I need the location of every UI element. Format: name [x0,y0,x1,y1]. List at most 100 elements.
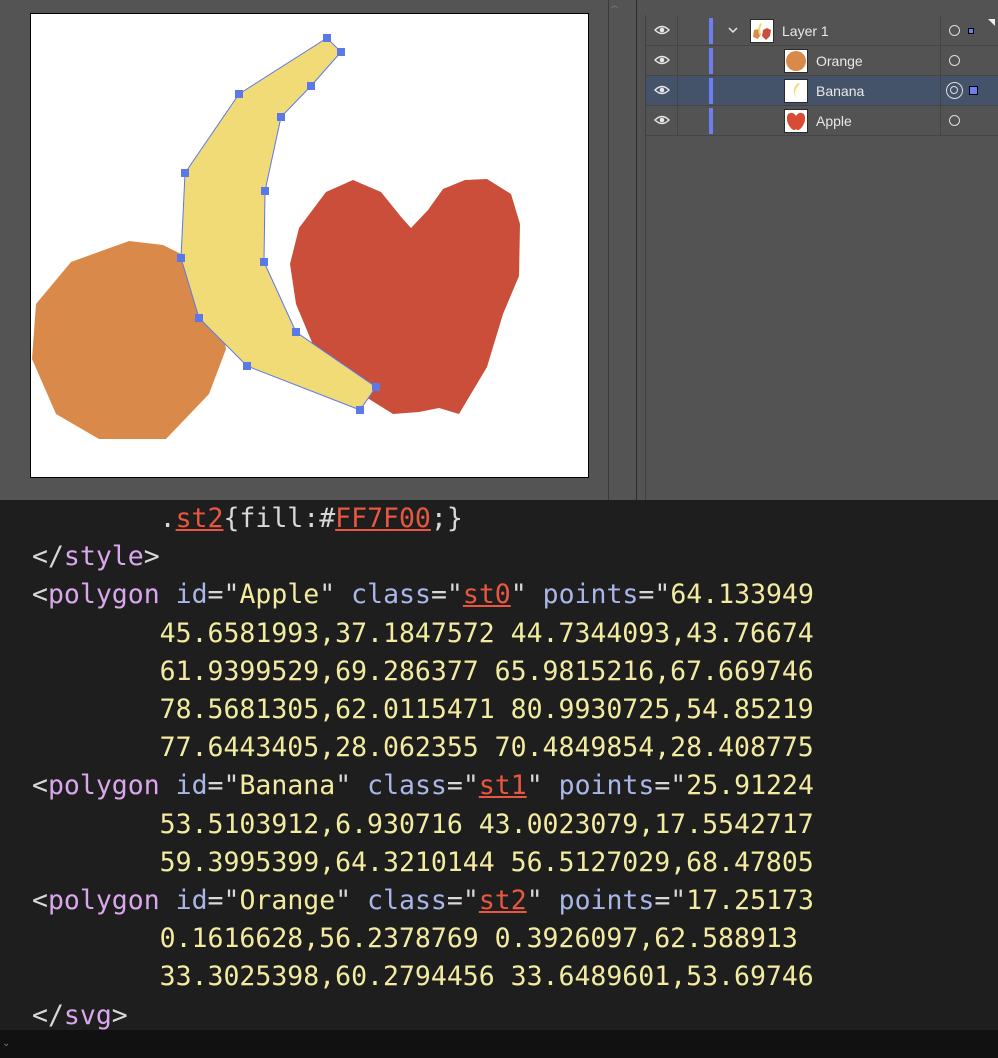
code-token: st1 [478,770,527,802]
code-token: " [335,885,368,916]
eye-icon[interactable] [654,54,670,66]
orange-thumbnail [784,49,808,73]
row-divider [940,46,941,76]
layer-row-orange[interactable]: Orange [646,46,998,76]
code-token: 0.1616628,56.2378769 0.3926097,62.588913 [32,923,798,955]
code-token: st2 [478,885,527,916]
anchor-point[interactable] [292,328,300,336]
code-line: <polygon id="Orange" class="st2" points=… [32,882,814,920]
code-token: " [526,885,559,916]
anchor-point[interactable] [307,82,315,90]
editor-bottom-strip: ⌄ [0,1030,998,1058]
anchor-point[interactable] [243,362,251,370]
code-line: 59.3995399,64.3210144 56.5127029,68.4780… [32,844,814,882]
code-token: st0 [462,579,511,611]
code-editor[interactable]: .st2{fill:#FF7F00;} </style> <polygon id="… [0,500,998,1031]
layer-row-layer-1[interactable]: Layer 1 [646,16,998,46]
code-token: 53.5103912,6.930716 43.0023079,17.554271… [32,808,814,840]
orange-label: Orange [816,53,863,69]
target-circle-icon[interactable] [949,25,960,36]
code-token: id [159,885,208,916]
code-token: 77.6443405,28.062355 70.4849854,28.40877… [32,732,814,764]
code-token: </ [32,541,64,573]
layer-row-banana[interactable]: Banana [646,76,998,106]
code-token: > [143,541,160,573]
code-token: < [32,579,48,611]
banana-thumbnail [784,79,808,103]
anchor-point[interactable] [260,258,268,266]
artboard-workspace [0,0,636,500]
code-token: points [558,885,655,916]
code-line: 33.3025398,60.2794456 33.6489601,53.6974… [32,958,814,996]
anchor-point[interactable] [177,254,185,262]
code-token: =" [654,885,687,916]
code-line: 53.5103912,6.930716 43.0023079,17.554271… [32,806,814,844]
code-line: 0.1616628,56.2378769 0.3926097,62.588913 [32,920,798,958]
code-token: " [335,770,368,802]
code-token: points [542,579,639,611]
layer-color-bar [709,108,713,134]
anchor-point[interactable] [277,113,285,121]
code-token: id [159,579,208,611]
panel-corner-icon [988,19,995,26]
code-token: id [159,770,208,802]
code-token: =" [430,579,463,611]
code-token: style [63,541,144,573]
code-token: polygon [47,885,160,916]
target-selected-icon[interactable] [946,82,963,99]
code-token: </ [32,999,64,1031]
layer-1-label: Layer 1 [782,23,829,39]
anchor-point[interactable] [337,48,345,56]
anchor-point[interactable] [235,90,243,98]
code-token: polygon [47,770,160,802]
anchor-point[interactable] [323,34,331,42]
layers-list: Layer 1 Orange Banana Apple [645,15,998,500]
eye-icon[interactable] [654,24,670,36]
target-circle-icon[interactable] [949,115,960,126]
code-token: > [111,999,128,1031]
code-token: =" [207,770,240,802]
code-token: 64.133949 [670,579,814,611]
anchor-point[interactable] [181,169,189,177]
code-token: 17.25173 [686,885,814,916]
banana-label: Banana [816,83,865,99]
code-token: . [32,503,176,534]
chevron-down-icon[interactable] [728,25,738,35]
code-token: svg [63,999,112,1031]
collapse-arrows-icon[interactable]: ︿ [611,0,631,9]
layer-color-bar [709,48,713,74]
anchor-point[interactable] [261,187,269,195]
code-token: class [351,579,431,611]
row-divider [677,46,678,76]
code-token: =" [207,885,240,916]
eye-icon[interactable] [654,114,670,126]
code-token: < [32,885,48,916]
selection-indicator[interactable] [969,86,978,95]
target-circle-icon[interactable] [949,55,960,66]
code-line: 61.9399529,69.286377 65.9815216,67.66974… [32,653,814,691]
anchor-point[interactable] [195,314,203,322]
code-token: ;} [430,503,463,534]
code-token: =" [446,770,479,802]
anchor-point[interactable] [372,383,380,391]
fold-marker-icon: ⌄ [2,1038,11,1049]
code-line: 77.6443405,28.062355 70.4849854,28.40877… [32,729,814,767]
artboard[interactable] [30,13,589,478]
code-token: FF7F00 [335,503,431,534]
code-token: Banana [239,770,336,802]
apple-label: Apple [816,113,852,129]
code-token: class [367,885,447,916]
anchor-point[interactable] [356,406,364,414]
layer-row-apple[interactable]: Apple [646,106,998,136]
code-line: <polygon id="Apple" class="st0" points="… [32,576,814,614]
layer-color-bar [709,78,713,104]
selection-indicator[interactable] [968,28,974,34]
code-token: 59.3995399,64.3210144 56.5127029,68.4780… [32,846,814,878]
eye-icon[interactable] [654,84,670,96]
code-token: class [367,770,447,802]
panel-divider[interactable] [608,0,609,500]
code-token: 78.5681305,62.0115471 80.9930725,54.8521… [32,694,814,725]
code-token: 45.6581993,37.1847572 44.7344093,43.7667… [32,617,814,649]
layers-panel: Layer 1 Orange Banana Apple [637,0,998,500]
code-token: polygon [47,579,160,611]
